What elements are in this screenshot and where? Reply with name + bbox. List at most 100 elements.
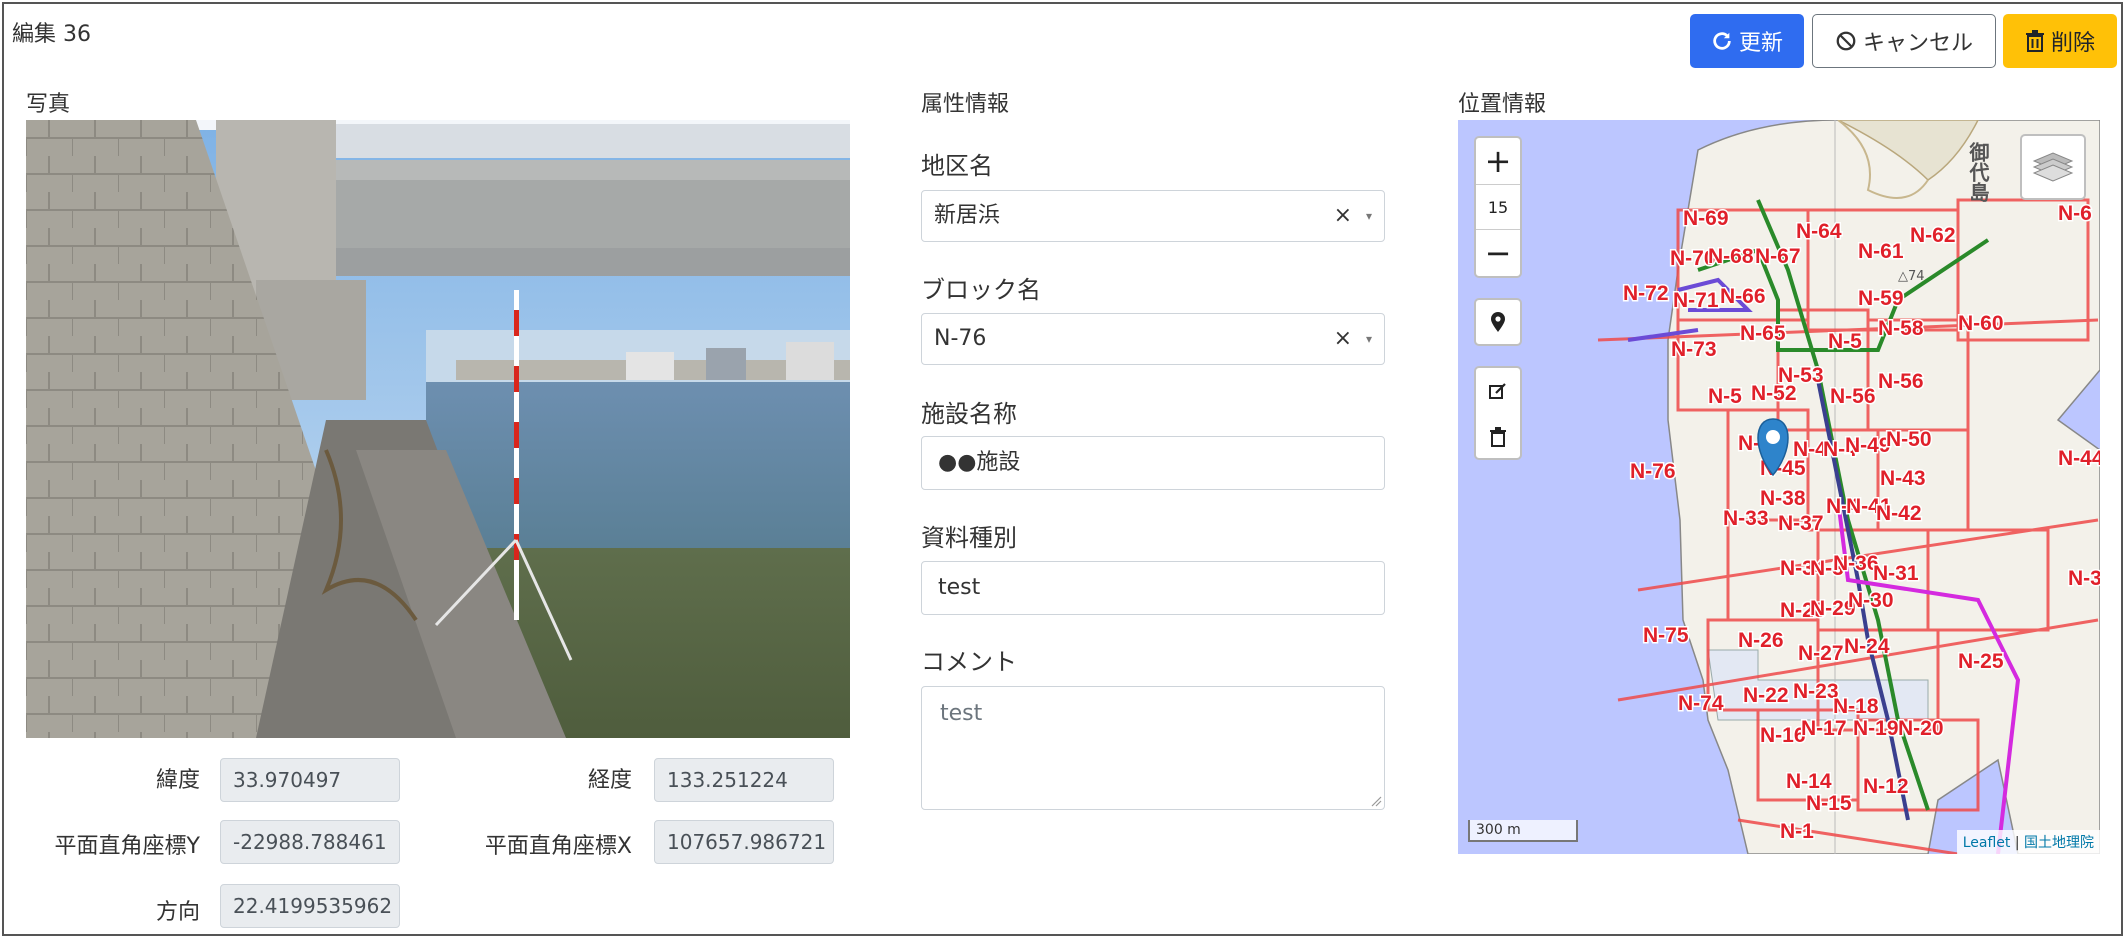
block-label-n-59: N-59 bbox=[1858, 287, 1904, 310]
gsi-link[interactable]: 国土地理院 bbox=[2024, 835, 2094, 851]
plane-y-field[interactable]: -22988.788461 bbox=[220, 820, 400, 864]
page-title: 編集 36 bbox=[12, 22, 91, 47]
block-label-n-5: N-5 bbox=[1708, 385, 1742, 408]
layers-icon bbox=[2032, 152, 2074, 182]
delete-layers-button[interactable] bbox=[1476, 414, 1520, 460]
layer-switcher-button[interactable] bbox=[2020, 134, 2086, 200]
cancel-button[interactable]: キャンセル bbox=[1812, 14, 1996, 68]
direction-field[interactable]: 22.4199535962 bbox=[220, 884, 400, 928]
block-label-n-15: N-15 bbox=[1806, 792, 1852, 815]
block-label-n-75: N-75 bbox=[1643, 624, 1689, 647]
block-label-n-66: N-66 bbox=[1720, 285, 1766, 308]
attributes-section-label: 属性情報 bbox=[921, 92, 1010, 117]
block-label-n-50: N-50 bbox=[1886, 428, 1932, 451]
edit-layers-button[interactable] bbox=[1476, 368, 1520, 414]
block-label-n-17: N-17 bbox=[1801, 717, 1847, 740]
map-attribution: Leaflet | 国土地理院 bbox=[1956, 830, 2100, 854]
block-label-n-44: N-44 bbox=[2058, 447, 2100, 470]
block-label-n-24: N-24 bbox=[1844, 635, 1890, 658]
block-label-n-64: N-64 bbox=[1796, 220, 1842, 243]
block-label: ブロック名 bbox=[921, 276, 1041, 304]
map-pin-icon bbox=[1491, 312, 1505, 332]
attribution-separator: | bbox=[2010, 835, 2024, 851]
block-label-n-49: N-49 bbox=[1845, 434, 1891, 457]
block-label-n-27: N-27 bbox=[1798, 642, 1844, 665]
district-value: 新居浜 bbox=[934, 203, 1001, 228]
district-clear-icon[interactable]: × bbox=[1334, 191, 1352, 241]
site-photo bbox=[26, 120, 850, 738]
block-label-n-36: N-36 bbox=[1833, 552, 1879, 575]
zoom-level-display: 15 bbox=[1476, 184, 1520, 230]
block-label-n-6: N-6 bbox=[2058, 202, 2092, 225]
block-label-n-1: N-1 bbox=[1780, 820, 1814, 843]
zoom-out-button[interactable]: − bbox=[1476, 230, 1520, 276]
zoom-in-button[interactable]: + bbox=[1476, 138, 1520, 184]
doctype-label: 資料種別 bbox=[921, 524, 1017, 552]
edit-icon bbox=[1489, 383, 1506, 399]
latitude-label: 緯度 bbox=[155, 768, 200, 793]
update-button[interactable]: 更新 bbox=[1690, 14, 1804, 68]
map-canvas[interactable]: N-69N-64 N-62N-6N-70N-68 N-67 N-61N-72 N-71 N… bbox=[1458, 120, 2100, 854]
block-value: N-76 bbox=[934, 326, 987, 351]
block-label-n-65: N-65 bbox=[1740, 322, 1786, 345]
plane-x-label: 平面直角座標X bbox=[484, 834, 632, 859]
latitude-field[interactable]: 33.970497 bbox=[220, 758, 400, 802]
comment-text: test bbox=[940, 701, 983, 726]
block-label-n-22: N-22 bbox=[1743, 684, 1789, 707]
facility-label: 施設名称 bbox=[921, 400, 1017, 428]
block-label-n-72: N-72 bbox=[1623, 282, 1669, 305]
block-label-n-16: N-16 bbox=[1760, 724, 1806, 747]
district-select[interactable]: 新居浜 × ▾ bbox=[921, 190, 1385, 242]
comment-textarea[interactable]: test bbox=[921, 686, 1385, 810]
cancel-label: キャンセル bbox=[1862, 31, 1973, 56]
block-label-n-20: N-20 bbox=[1898, 717, 1944, 740]
district-caret-icon: ▾ bbox=[1365, 209, 1372, 223]
scale-bar: 300 m bbox=[1468, 820, 1578, 842]
block-label-n-52: N-52 bbox=[1751, 382, 1797, 405]
block-label-n-37: N-37 bbox=[1778, 512, 1824, 535]
update-label: 更新 bbox=[1738, 31, 1783, 56]
delete-label: 削除 bbox=[2050, 31, 2095, 56]
district-label: 地区名 bbox=[921, 152, 993, 180]
block-label-n-5: N-5 bbox=[1828, 330, 1862, 353]
block-label-n-25: N-25 bbox=[1958, 650, 2004, 673]
block-label-n-56: N-56 bbox=[1830, 385, 1876, 408]
photo-section-label: 写真 bbox=[26, 92, 71, 117]
block-clear-icon[interactable]: × bbox=[1334, 314, 1352, 364]
block-label-n-30: N-30 bbox=[1848, 589, 1894, 612]
block-label-n-31: N-31 bbox=[1873, 562, 1919, 585]
longitude-label: 経度 bbox=[587, 768, 632, 793]
block-label-n-42: N-42 bbox=[1876, 502, 1922, 525]
block-label-n-18: N-18 bbox=[1833, 695, 1879, 718]
block-label-n-61: N-61 bbox=[1858, 240, 1904, 263]
block-label-n-73: N-73 bbox=[1671, 338, 1717, 361]
block-label-n-3: N-3 bbox=[2068, 567, 2100, 590]
delete-button[interactable]: 削除 bbox=[2003, 14, 2117, 68]
refresh-icon bbox=[1713, 32, 1731, 50]
resize-grip-icon[interactable] bbox=[1370, 795, 1382, 807]
trash-icon bbox=[2025, 30, 2044, 52]
block-label-n-68: N-68 bbox=[1708, 245, 1754, 268]
block-label-n-26: N-26 bbox=[1738, 629, 1784, 652]
block-label-n-23: N-23 bbox=[1793, 680, 1839, 703]
location-section-label: 位置情報 bbox=[1458, 92, 1547, 117]
ban-icon bbox=[1836, 31, 1856, 51]
zoom-control: + 15 − bbox=[1474, 136, 1522, 278]
locate-button[interactable] bbox=[1474, 298, 1522, 346]
block-label-n-76: N-76 bbox=[1630, 460, 1676, 483]
block-caret-icon: ▾ bbox=[1365, 332, 1372, 346]
block-label-n-71: N-71 bbox=[1673, 289, 1719, 312]
plane-x-field[interactable]: 107657.986721 bbox=[654, 820, 834, 864]
doctype-input[interactable]: test bbox=[921, 561, 1385, 615]
leaflet-link[interactable]: Leaflet bbox=[1963, 835, 2011, 851]
location-map[interactable]: N-69 N-64 N-62 N-6 N-70 N-68 N-67 N-61 N-72 N-71 N… bbox=[1458, 120, 2100, 854]
block-label-n-67: N-67 bbox=[1755, 245, 1801, 268]
block-select[interactable]: N-76 × ▾ bbox=[921, 313, 1385, 365]
draw-toolbar bbox=[1474, 366, 1522, 460]
block-label-n-12: N-12 bbox=[1863, 775, 1909, 798]
block-label-n-60: N-60 bbox=[1958, 312, 2004, 335]
block-label-n-69: N-69 bbox=[1683, 207, 1729, 230]
longitude-field[interactable]: 133.251224 bbox=[654, 758, 834, 802]
facility-input[interactable]: ●●施設 bbox=[921, 436, 1385, 490]
block-label-n-58: N-58 bbox=[1878, 317, 1924, 340]
